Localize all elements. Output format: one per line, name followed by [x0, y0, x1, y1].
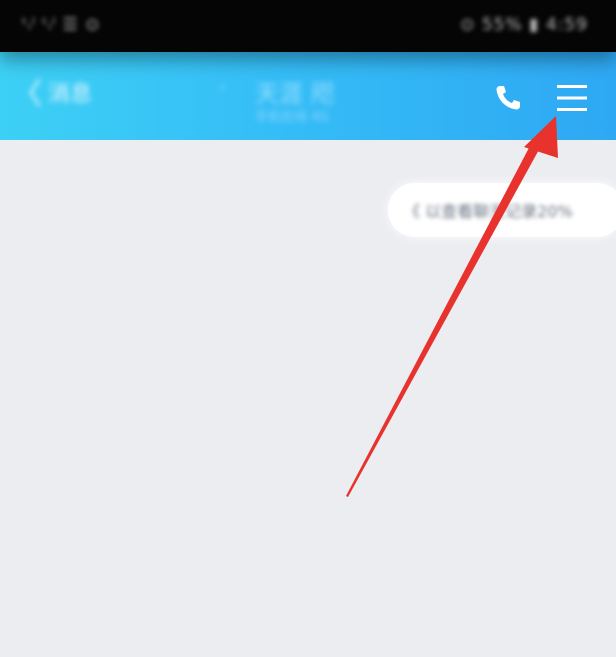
chevron-left-icon: 〈 — [12, 77, 42, 112]
chat-subtitle: 手机在线 4G — [255, 110, 330, 125]
phone-icon — [496, 86, 520, 110]
status-signal-text: ᵗᵢˡ ᵗᵢˡ ☰ ⊙ — [22, 15, 101, 35]
chat-title: 天涯 咫 — [255, 80, 335, 108]
call-button[interactable] — [490, 80, 526, 116]
menu-button[interactable] — [552, 80, 592, 116]
history-notice-pill[interactable]: 《 以查看聊天记录20% — [388, 183, 616, 237]
back-label: 消息 — [48, 82, 93, 107]
chat-title-block[interactable]: · 天涯 咫 手机在线 4G — [215, 70, 365, 126]
chat-area[interactable]: 《 以查看聊天记录20% — [0, 140, 616, 657]
back-button[interactable]: 〈 消息 — [12, 80, 92, 110]
history-notice-text: 《 以查看聊天记录20% — [404, 202, 573, 221]
status-battery-time: ⊙ 55% ▮ 4:59 — [460, 15, 588, 35]
status-bar: ᵗᵢˡ ᵗᵢˡ ☰ ⊙ ⊙ 55% ▮ 4:59 — [0, 0, 616, 52]
menu-icon — [557, 85, 587, 111]
online-dot: · — [219, 74, 227, 102]
chat-header: 〈 消息 · 天涯 咫 手机在线 4G — [0, 52, 616, 140]
